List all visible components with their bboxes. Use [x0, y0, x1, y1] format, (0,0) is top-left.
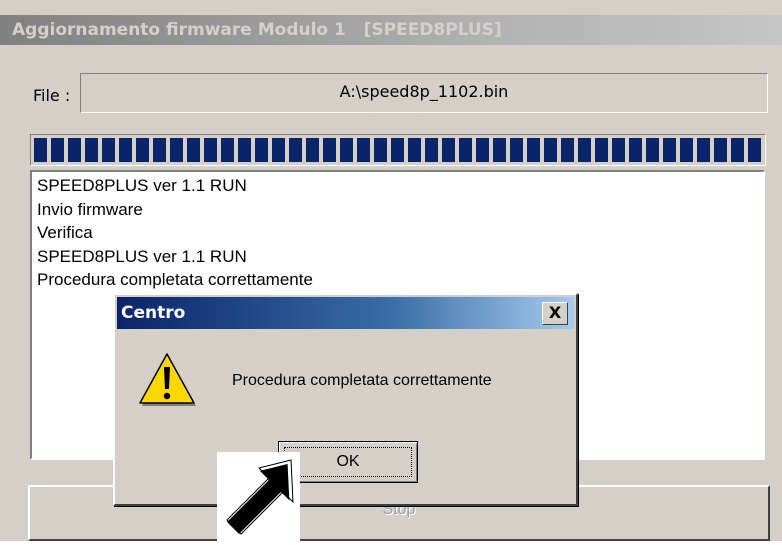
- message-dialog: Centro X Procedura completata correttame…: [113, 293, 578, 506]
- file-label: File :: [33, 86, 71, 105]
- warning-icon: [139, 353, 196, 406]
- progress-bar: [30, 134, 766, 166]
- log-line: Invio firmware: [37, 199, 143, 219]
- cursor-overlay: [217, 452, 300, 541]
- dialog-close-button[interactable]: X: [542, 302, 568, 325]
- dialog-title: Centro X: [117, 297, 574, 329]
- dialog-title-text: Centro: [121, 303, 186, 323]
- ok-focus-rect: [284, 447, 412, 477]
- progress-fill: [34, 138, 762, 162]
- dialog-message: Procedura completata correttamente: [232, 372, 492, 389]
- file-path-field: A:\speed8p_1102.bin: [80, 73, 768, 113]
- log-line: Verifica: [37, 223, 93, 242]
- log-line: SPEED8PLUS ver 1.1 RUN: [37, 176, 247, 195]
- arrow-cursor-icon: [223, 459, 294, 538]
- log-line: SPEED8PLUS ver 1.1 RUN: [37, 246, 247, 266]
- window-title: Aggiornamento firmware Modulo 1 [SPEED8P…: [0, 15, 782, 45]
- log-line: Procedura completata correttamente: [37, 270, 313, 289]
